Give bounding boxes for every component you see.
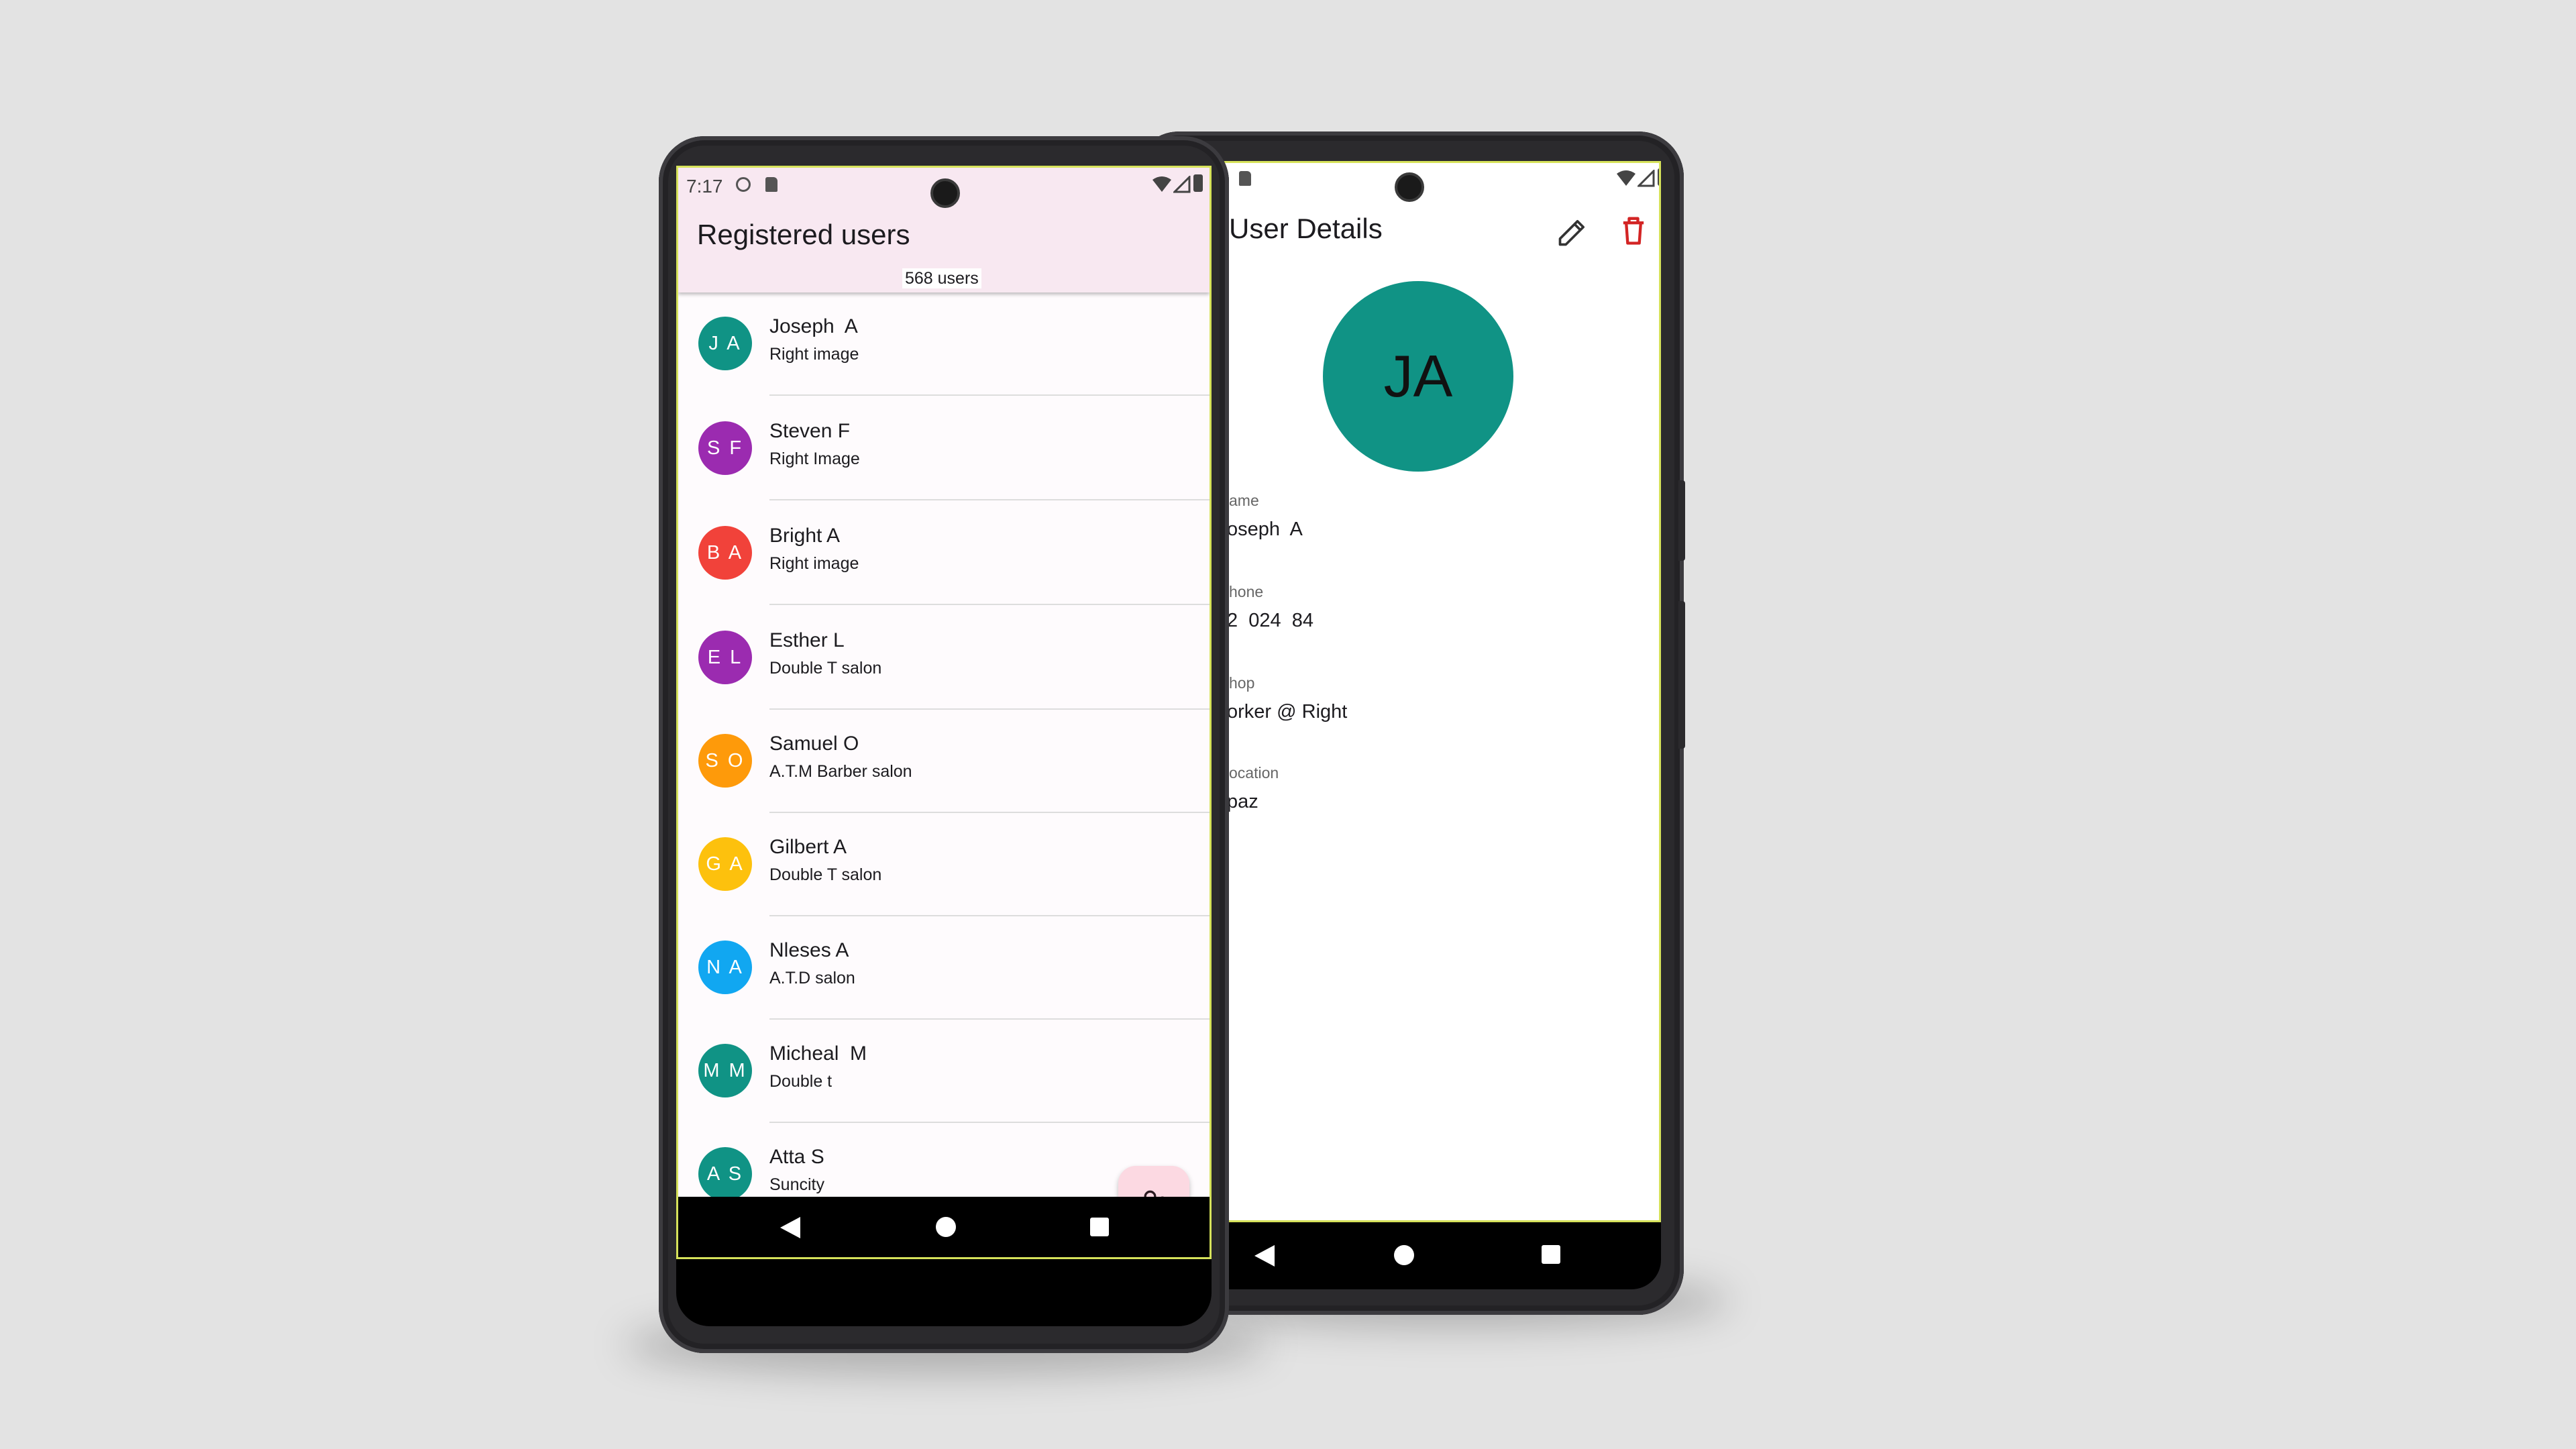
divider	[769, 604, 1210, 605]
recents-nav-icon[interactable]	[1090, 1218, 1109, 1236]
user-subtitle: Double T salon	[769, 865, 882, 884]
signal-icon	[1638, 170, 1655, 187]
avatar-initials: JA	[1383, 343, 1453, 409]
user-list: J A Joseph A Right image S F Steven F Ri…	[678, 292, 1210, 1257]
field-value-name: oseph A	[1227, 519, 1303, 540]
list-item[interactable]: B A Bright A Right image	[678, 502, 1210, 605]
page-title: User Details	[1229, 213, 1383, 244]
user-subtitle: Suncity	[769, 1175, 824, 1194]
field-label-phone: hone	[1229, 583, 1264, 600]
power-button	[1678, 480, 1685, 561]
user-subtitle: Double t	[769, 1072, 833, 1091]
avatar: JA	[1323, 281, 1513, 472]
status-time: 7:17	[686, 176, 723, 197]
user-subtitle: Double T salon	[769, 659, 882, 678]
user-name: Micheal M	[769, 1042, 867, 1065]
app-bar: 7:17 Registered users 568 users	[678, 168, 1210, 292]
field-value-location: paz	[1227, 791, 1258, 812]
field-label-location: ocation	[1229, 764, 1279, 782]
list-item[interactable]: S O Samuel O A.T.M Barber salon	[678, 710, 1210, 813]
user-name: Joseph A	[769, 315, 858, 337]
user-avatar: S O	[698, 734, 752, 788]
user-avatar: A S	[698, 1147, 752, 1201]
list-item[interactable]: N A Nleses A A.T.D salon	[678, 916, 1210, 1020]
user-name: Bright A	[769, 525, 841, 547]
user-subtitle: A.T.M Barber salon	[769, 762, 912, 781]
home-nav-icon[interactable]	[1394, 1245, 1414, 1265]
home-nav-icon[interactable]	[936, 1217, 956, 1237]
field-label-name: ame	[1229, 492, 1259, 509]
user-subtitle: Right image	[769, 554, 859, 573]
list-item[interactable]: E L Esther L Double T salon	[678, 606, 1210, 710]
user-name: Samuel O	[769, 733, 859, 755]
battery-icon	[1658, 168, 1659, 186]
field-value-shop: orker @ Right	[1227, 701, 1348, 722]
user-subtitle: Right image	[769, 345, 859, 364]
user-avatar: E L	[698, 631, 752, 684]
field-label-shop: hop	[1229, 674, 1255, 692]
user-count-badge: 568 users	[902, 268, 981, 288]
page-title: Registered users	[697, 219, 910, 250]
user-avatar: B A	[698, 526, 752, 580]
volume-button	[1678, 601, 1685, 749]
chin	[676, 1259, 1212, 1326]
user-name: Steven F	[769, 420, 851, 442]
list-screen: 7:17 Registered users 568 users J A Jose…	[676, 166, 1212, 1259]
list-navigation-bar	[678, 1197, 1210, 1257]
user-subtitle: A.T.D salon	[769, 969, 855, 987]
divider	[769, 394, 1210, 396]
user-name: Esther L	[769, 629, 845, 651]
divider	[769, 499, 1210, 500]
user-name: Gilbert A	[769, 836, 847, 858]
list-item[interactable]: S F Steven F Right Image	[678, 397, 1210, 500]
sd-card-icon	[1239, 171, 1251, 186]
list-item[interactable]: J A Joseph A Right image	[678, 292, 1210, 396]
sd-card-icon	[765, 177, 777, 192]
user-avatar: M M	[698, 1044, 752, 1097]
recents-nav-icon[interactable]	[1542, 1245, 1560, 1264]
list-item[interactable]: M M Micheal M Double t	[678, 1020, 1210, 1123]
list-item[interactable]: G A Gilbert A Double T salon	[678, 813, 1210, 916]
user-name: Nleses A	[769, 939, 849, 961]
sync-icon	[736, 177, 751, 192]
back-nav-icon[interactable]	[779, 1216, 802, 1240]
pencil-icon[interactable]	[1556, 214, 1591, 249]
trash-icon[interactable]	[1616, 213, 1651, 248]
front-camera	[930, 178, 960, 208]
wifi-icon	[1152, 176, 1171, 192]
user-avatar: G A	[698, 837, 752, 891]
user-name: Atta S	[769, 1146, 824, 1168]
field-value-phone: 2 024 84	[1227, 610, 1313, 631]
user-avatar: S F	[698, 421, 752, 475]
user-avatar: N A	[698, 941, 752, 994]
back-nav-icon[interactable]	[1253, 1244, 1276, 1268]
user-avatar: J A	[698, 317, 752, 370]
signal-icon	[1173, 176, 1191, 193]
user-subtitle: Right Image	[769, 449, 860, 468]
front-phone: 7:17 Registered users 568 users J A Jose…	[659, 136, 1229, 1353]
battery-icon	[1193, 174, 1203, 192]
front-camera	[1395, 172, 1424, 202]
wifi-icon	[1617, 170, 1635, 186]
